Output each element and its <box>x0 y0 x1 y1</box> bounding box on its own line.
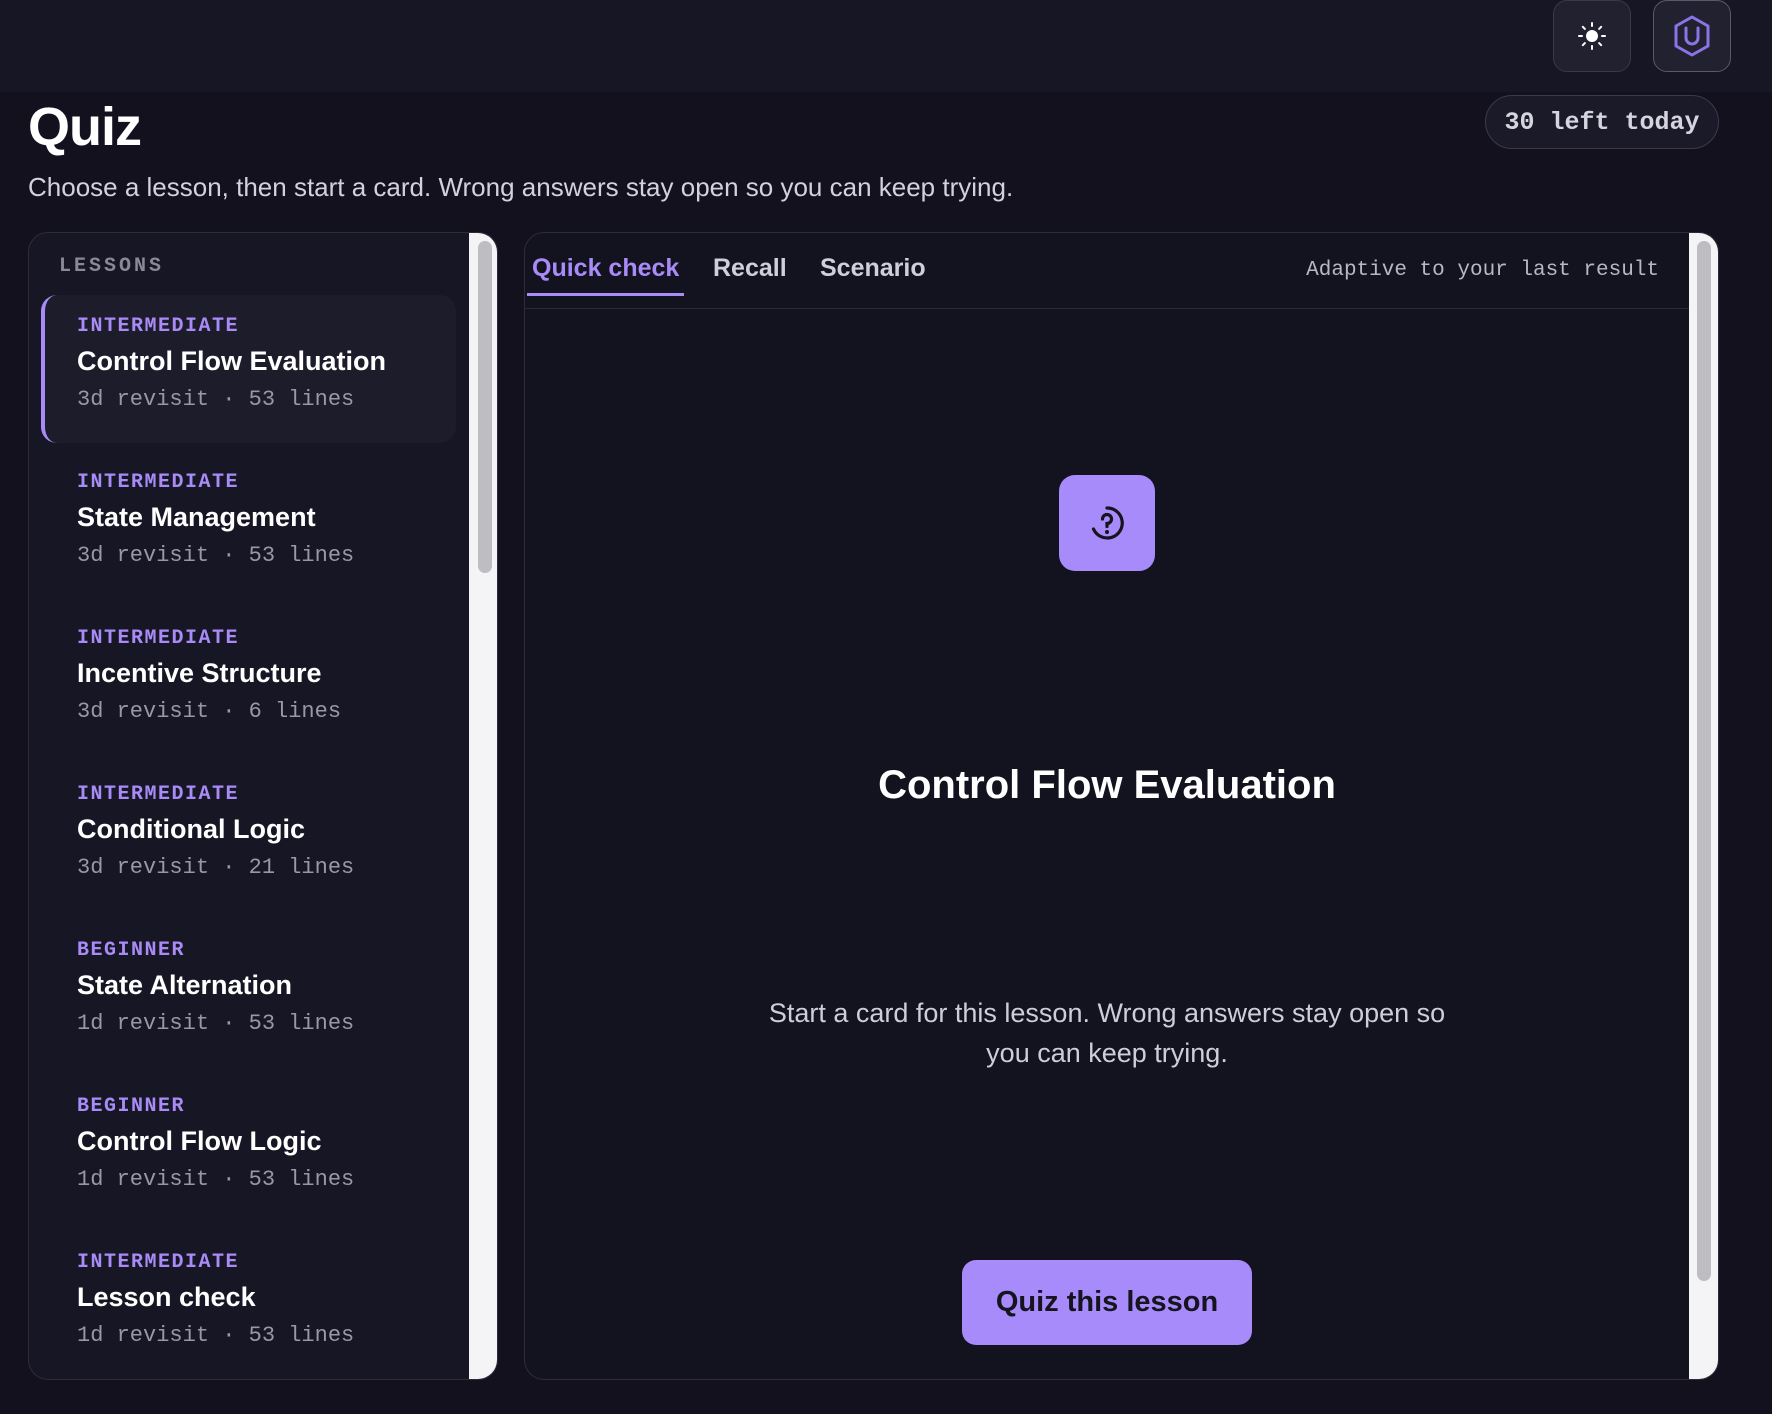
top-bar <box>0 0 1772 92</box>
quiz-this-lesson-button[interactable]: Quiz this lesson <box>962 1260 1252 1345</box>
lesson-item-control-flow-logic[interactable]: BEGINNER Control Flow Logic 1d revisit ·… <box>41 1075 481 1223</box>
lessons-heading: LESSONS <box>59 255 165 278</box>
lesson-meta: 1d revisit · 53 lines <box>77 1167 355 1192</box>
lesson-meta: 3d revisit · 53 lines <box>77 543 355 568</box>
tab-recall[interactable]: Recall <box>713 243 787 293</box>
tab-quick-check[interactable]: Quick check <box>527 243 685 296</box>
theme-toggle-button[interactable] <box>1553 0 1631 72</box>
account-button[interactable] <box>1653 0 1731 72</box>
daily-quota-badge: 30 left today <box>1485 95 1719 149</box>
lessons-panel: LESSONS INTERMEDIATE Control Flow Evalua… <box>28 232 498 1380</box>
lesson-level: INTERMEDIATE <box>77 783 240 806</box>
lesson-title: State Management <box>77 502 316 532</box>
question-spark-icon <box>1091 506 1124 540</box>
adaptive-note: Adaptive to your last result <box>1306 259 1659 282</box>
lesson-item-incentive-structure[interactable]: INTERMEDIATE Incentive Structure 3d revi… <box>41 607 481 755</box>
sun-icon <box>1578 22 1606 50</box>
lesson-title: Control Flow Logic <box>77 1126 322 1156</box>
lesson-item-state-management[interactable]: INTERMEDIATE State Management 3d revisit… <box>41 451 481 599</box>
lesson-item-conditional-logic[interactable]: INTERMEDIATE Conditional Logic 3d revisi… <box>41 763 481 911</box>
lesson-meta: 1d revisit · 53 lines <box>77 1011 355 1036</box>
lesson-meta: 3d revisit · 21 lines <box>77 855 355 880</box>
lesson-level: INTERMEDIATE <box>77 471 240 494</box>
quiz-lesson-title: Control Flow Evaluation <box>878 763 1336 807</box>
lesson-meta: 1d revisit · 53 lines <box>77 1323 355 1348</box>
lesson-item-state-alternation[interactable]: BEGINNER State Alternation 1d revisit · … <box>41 919 481 1067</box>
quiz-mode-tabs: Quick check Recall Scenario Adaptive to … <box>525 233 1689 309</box>
lesson-title: Conditional Logic <box>77 814 305 844</box>
lessons-scrollbar-thumb[interactable] <box>478 241 492 573</box>
lesson-item-control-flow-evaluation[interactable]: INTERMEDIATE Control Flow Evaluation 3d … <box>41 295 456 443</box>
lesson-item-lesson-check[interactable]: INTERMEDIATE Lesson check 1d revisit · 5… <box>41 1231 481 1379</box>
tab-scenario[interactable]: Scenario <box>820 243 926 293</box>
quiz-icon-tile <box>1059 475 1155 571</box>
lesson-title: Control Flow Evaluation <box>77 346 386 376</box>
lesson-level: BEGINNER <box>77 1095 186 1118</box>
lesson-level: BEGINNER <box>77 939 186 962</box>
lesson-meta: 3d revisit · 6 lines <box>77 699 342 724</box>
page-subtitle: Choose a lesson, then start a card. Wron… <box>28 172 1014 202</box>
lesson-title: State Alternation <box>77 970 293 1000</box>
page-title: Quiz <box>28 97 142 157</box>
lesson-level: INTERMEDIATE <box>77 315 240 338</box>
lesson-meta: 3d revisit · 53 lines <box>77 387 355 412</box>
quiz-scrollbar-thumb[interactable] <box>1697 241 1711 1281</box>
lesson-title: Incentive Structure <box>77 658 322 688</box>
lesson-level: INTERMEDIATE <box>77 627 240 650</box>
quiz-panel: Quick check Recall Scenario Adaptive to … <box>524 232 1719 1380</box>
lesson-level: INTERMEDIATE <box>77 1251 240 1274</box>
shield-u-icon <box>1674 15 1710 57</box>
lesson-title: Lesson check <box>77 1282 256 1312</box>
quiz-description: Start a card for this lesson. Wrong answ… <box>768 998 1446 1068</box>
lesson-list: INTERMEDIATE Control Flow Evaluation 3d … <box>41 295 481 1379</box>
